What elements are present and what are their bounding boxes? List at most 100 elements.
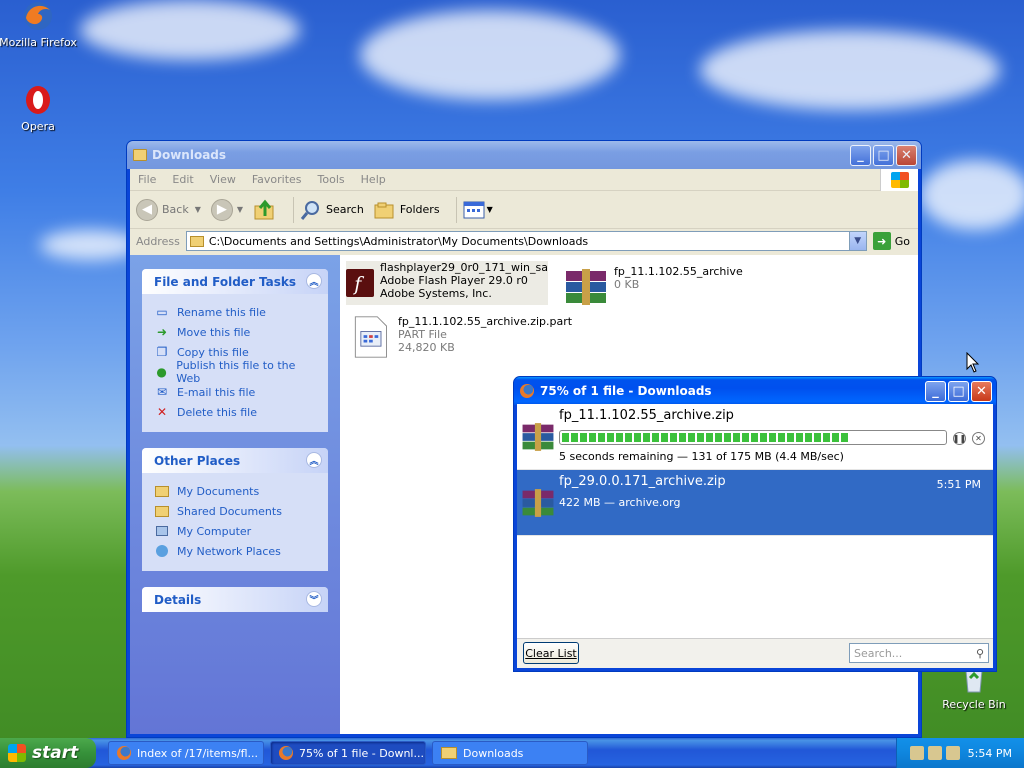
close-button[interactable]: ✕ bbox=[971, 380, 992, 402]
menu-file[interactable]: File bbox=[138, 173, 156, 186]
minimize-button[interactable]: _ bbox=[925, 380, 946, 402]
download-item[interactable]: fp_11.1.102.55_archive.zip ❚❚ ✕ 5 second… bbox=[517, 404, 993, 470]
download-name: fp_11.1.102.55_archive.zip bbox=[559, 408, 734, 423]
folder-icon bbox=[441, 747, 457, 759]
winrar-archive-icon bbox=[566, 269, 606, 305]
downloads-window: 75% of 1 file - Downloads _ □ ✕ fp_11.1.… bbox=[513, 376, 997, 672]
place-my-documents[interactable]: My Documents bbox=[154, 481, 316, 501]
back-button[interactable]: ◀ Back ▼ bbox=[136, 198, 201, 221]
task-label: E-mail this file bbox=[177, 385, 256, 399]
desktop-icon-opera[interactable]: Opera bbox=[0, 84, 78, 133]
taskbar: start Index of /17/items/fl... 75% of 1 … bbox=[0, 738, 1024, 768]
download-item[interactable]: fp_29.0.0.171_archive.zip 5:51 PM 422 MB… bbox=[517, 470, 993, 536]
task-label: Downloads bbox=[463, 746, 524, 760]
menu-help[interactable]: Help bbox=[361, 173, 386, 186]
tray-icon-2[interactable] bbox=[927, 746, 942, 760]
dropdown-arrow-icon: ▼ bbox=[486, 205, 493, 214]
file-name: fp_11.1.102.55_archive.zip.part bbox=[398, 315, 573, 328]
computer-icon bbox=[154, 523, 170, 539]
place-shared-documents[interactable]: Shared Documents bbox=[154, 501, 316, 521]
start-button[interactable]: start bbox=[0, 738, 96, 768]
collapse-icon[interactable]: ︽ bbox=[306, 452, 322, 468]
menu-edit[interactable]: Edit bbox=[172, 173, 193, 186]
desktop-icon-label: Opera bbox=[21, 120, 55, 133]
downloads-search-input[interactable]: Search... ⚲ bbox=[849, 643, 989, 663]
menu-tools[interactable]: Tools bbox=[318, 173, 345, 186]
taskbar-item-downloads-folder[interactable]: Downloads bbox=[432, 741, 588, 765]
address-field[interactable]: C:\Documents and Settings\Administrator\… bbox=[185, 231, 867, 251]
views-button[interactable]: ▼ bbox=[463, 200, 493, 220]
place-label: My Documents bbox=[177, 484, 260, 498]
panel-title: Details bbox=[154, 592, 202, 607]
task-email[interactable]: ✉ E-mail this file bbox=[154, 382, 316, 402]
email-icon: ✉ bbox=[156, 385, 168, 399]
desktop-icon-label: Mozilla Firefox bbox=[0, 36, 77, 49]
cancel-button[interactable]: ✕ bbox=[972, 432, 985, 445]
place-label: Shared Documents bbox=[177, 504, 282, 518]
maximize-button[interactable]: □ bbox=[948, 380, 969, 402]
panel-header[interactable]: File and Folder Tasks ︽ bbox=[142, 269, 328, 294]
details-panel: Details ︾ bbox=[142, 587, 328, 612]
file-company: Adobe Systems, Inc. bbox=[380, 287, 492, 300]
go-button[interactable]: ➜ Go bbox=[872, 232, 910, 250]
task-label: Copy this file bbox=[177, 345, 249, 359]
up-folder-icon bbox=[254, 199, 274, 219]
task-rename[interactable]: ▭ Rename this file bbox=[154, 302, 316, 322]
file-item-flashplayer[interactable]: f flashplayer29_0r0_171_win_sa Adobe Fla… bbox=[346, 261, 548, 305]
tray-icon-3[interactable] bbox=[945, 746, 960, 760]
task-pane: File and Folder Tasks ︽ ▭ Rename this fil… bbox=[130, 255, 340, 734]
task-label: Move this file bbox=[177, 325, 251, 339]
clear-list-button[interactable]: Clear List bbox=[523, 642, 579, 664]
place-my-network-places[interactable]: My Network Places bbox=[154, 541, 316, 561]
search-label: Search bbox=[326, 203, 364, 216]
maximize-button[interactable]: □ bbox=[873, 144, 894, 166]
task-label: Index of /17/items/fl... bbox=[137, 746, 258, 760]
search-icon bbox=[300, 200, 320, 220]
explorer-titlebar[interactable]: Downloads _ □ ✕ bbox=[127, 141, 921, 169]
rename-icon: ▭ bbox=[156, 305, 168, 319]
download-status: 422 MB — archive.org bbox=[559, 496, 681, 509]
up-folder-button[interactable] bbox=[253, 198, 277, 222]
address-path: C:\Documents and Settings\Administrator\… bbox=[208, 234, 589, 248]
desktop-icon-firefox[interactable]: Mozilla Firefox bbox=[0, 0, 78, 49]
go-arrow-icon: ➜ bbox=[872, 232, 891, 250]
file-name: fp_11.1.102.55_archive bbox=[614, 265, 743, 278]
place-label: My Computer bbox=[177, 524, 252, 538]
menu-bar: File Edit View Favorites Tools Help bbox=[130, 169, 918, 191]
folders-label: Folders bbox=[399, 203, 440, 216]
place-my-computer[interactable]: My Computer bbox=[154, 521, 316, 541]
download-progress-bar bbox=[559, 430, 947, 445]
task-move[interactable]: ➜ Move this file bbox=[154, 322, 316, 342]
panel-title: Other Places bbox=[154, 453, 241, 468]
search-button[interactable]: Search bbox=[300, 199, 364, 221]
tray-icon-1[interactable] bbox=[909, 746, 924, 760]
forward-button[interactable]: ▶ ▼ bbox=[210, 198, 244, 221]
collapse-icon[interactable]: ︽ bbox=[306, 273, 322, 289]
opera-icon bbox=[22, 84, 54, 116]
address-dropdown-button[interactable]: ▼ bbox=[848, 232, 866, 250]
dropdown-arrow-icon: ▼ bbox=[236, 205, 244, 214]
menu-view[interactable]: View bbox=[210, 173, 236, 186]
panel-header[interactable]: Other Places ︽ bbox=[142, 448, 328, 473]
folder-icon bbox=[154, 483, 170, 499]
expand-icon[interactable]: ︾ bbox=[306, 591, 322, 607]
other-places-panel: Other Places ︽ My Documents Shared Docum… bbox=[142, 448, 328, 571]
minimize-button[interactable]: _ bbox=[850, 144, 871, 166]
pause-button[interactable]: ❚❚ bbox=[953, 432, 966, 445]
taskbar-item-downloads-manager[interactable]: 75% of 1 file - Downl... bbox=[270, 741, 426, 765]
task-publish[interactable]: ● Publish this file to the Web bbox=[154, 359, 316, 385]
panel-header[interactable]: Details ︾ bbox=[142, 587, 328, 612]
file-item-archive[interactable]: fp_11.1.102.55_archive 0 KB bbox=[564, 265, 743, 309]
clock[interactable]: 5:54 PM bbox=[968, 747, 1012, 760]
firefox-icon bbox=[279, 746, 293, 760]
file-item-part[interactable]: fp_11.1.102.55_archive.zip.part PART Fil… bbox=[348, 315, 572, 359]
taskbar-item-browser[interactable]: Index of /17/items/fl... bbox=[108, 741, 264, 765]
folders-button[interactable]: Folders bbox=[374, 200, 440, 220]
address-label: Address bbox=[136, 234, 180, 248]
back-arrow-icon: ◀ bbox=[136, 198, 158, 221]
download-status: 5 seconds remaining — 131 of 175 MB (4.4… bbox=[559, 450, 844, 463]
downloads-titlebar[interactable]: 75% of 1 file - Downloads _ □ ✕ bbox=[514, 377, 996, 405]
close-button[interactable]: ✕ bbox=[896, 144, 917, 166]
menu-favorites[interactable]: Favorites bbox=[252, 173, 302, 186]
task-delete[interactable]: ✕ Delete this file bbox=[154, 402, 316, 422]
